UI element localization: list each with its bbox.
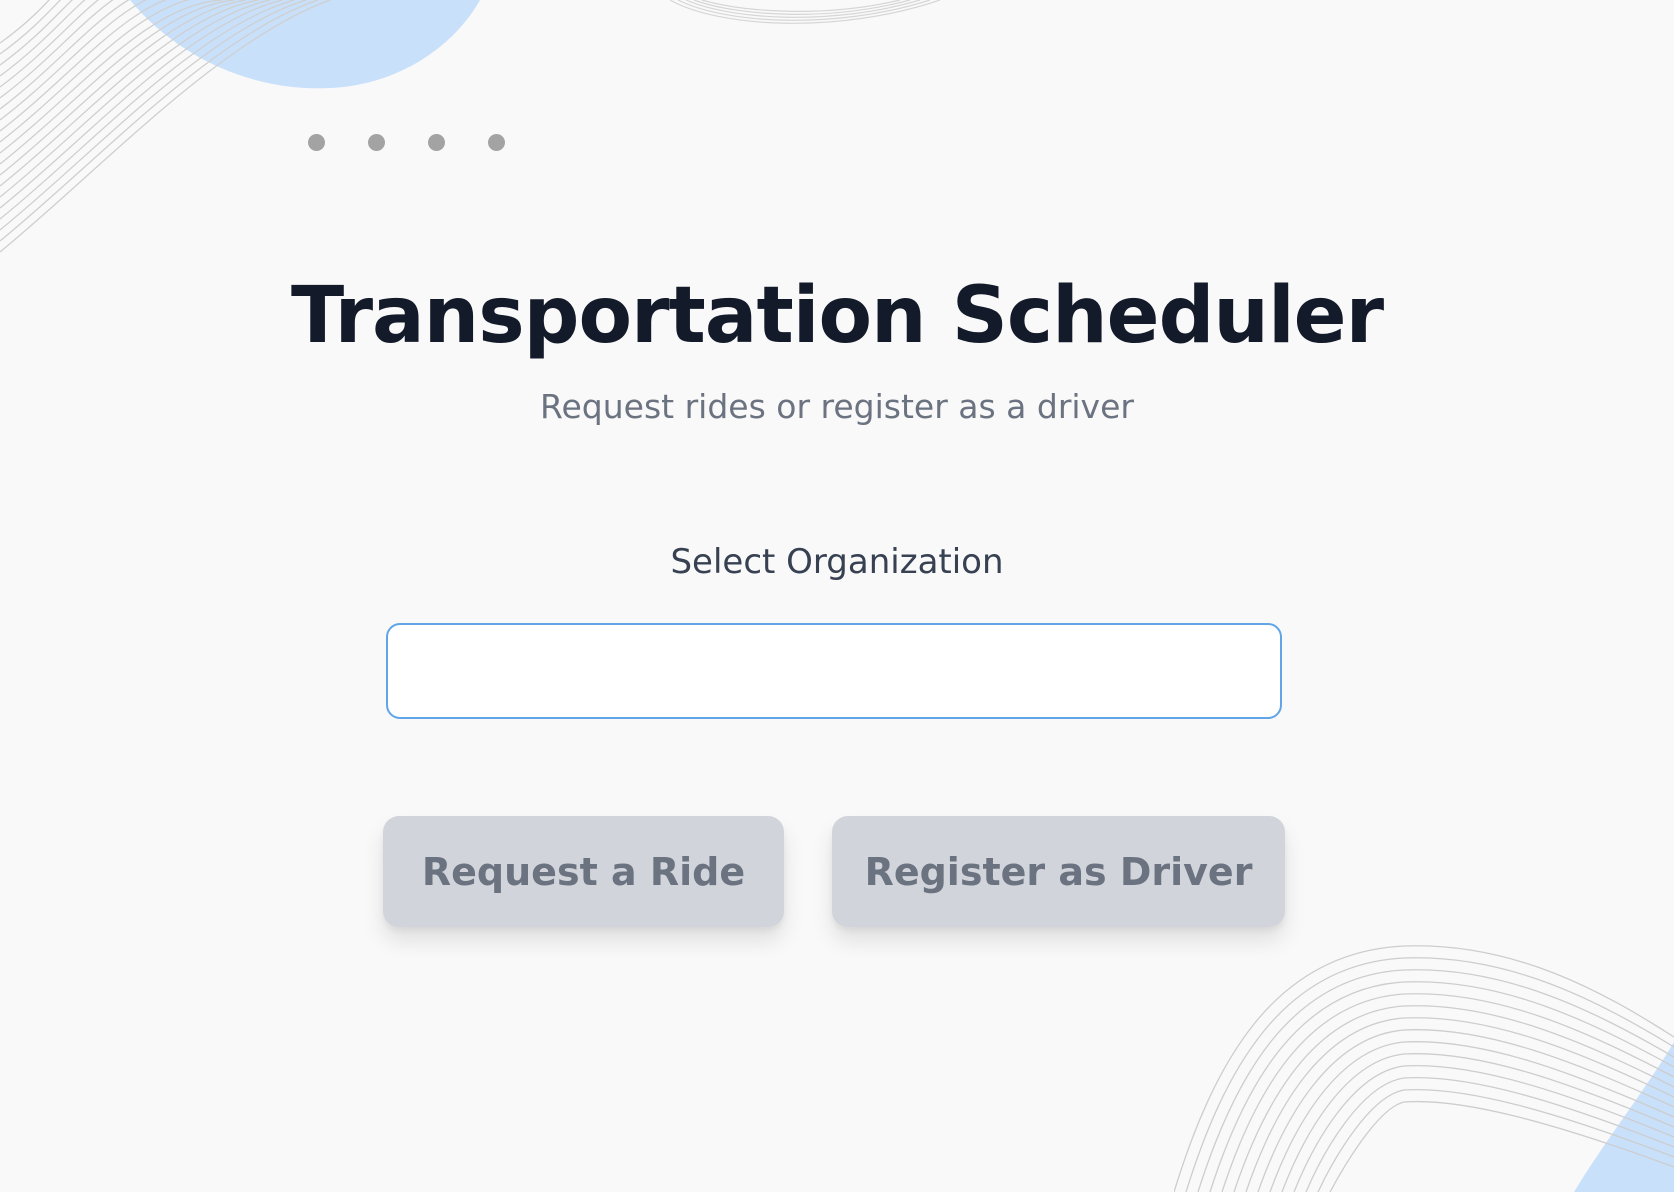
- pagination-dot: [428, 134, 445, 151]
- decorative-wave-bottom-right: [1174, 945, 1674, 1192]
- decorative-wave-top-left: [0, 0, 480, 253]
- register-driver-button[interactable]: Register as Driver: [832, 816, 1285, 927]
- page-title: Transportation Scheduler: [290, 271, 1384, 361]
- pagination-dot: [368, 134, 385, 151]
- pagination-dot: [488, 134, 505, 151]
- pagination-dots: [308, 134, 505, 151]
- request-ride-button[interactable]: Request a Ride: [383, 816, 784, 927]
- page-subtitle: Request rides or register as a driver: [540, 387, 1134, 426]
- organization-input[interactable]: [386, 623, 1282, 719]
- pagination-dot: [308, 134, 325, 151]
- organization-label: Select Organization: [670, 542, 1004, 582]
- decorative-lines-top: [669, 0, 941, 24]
